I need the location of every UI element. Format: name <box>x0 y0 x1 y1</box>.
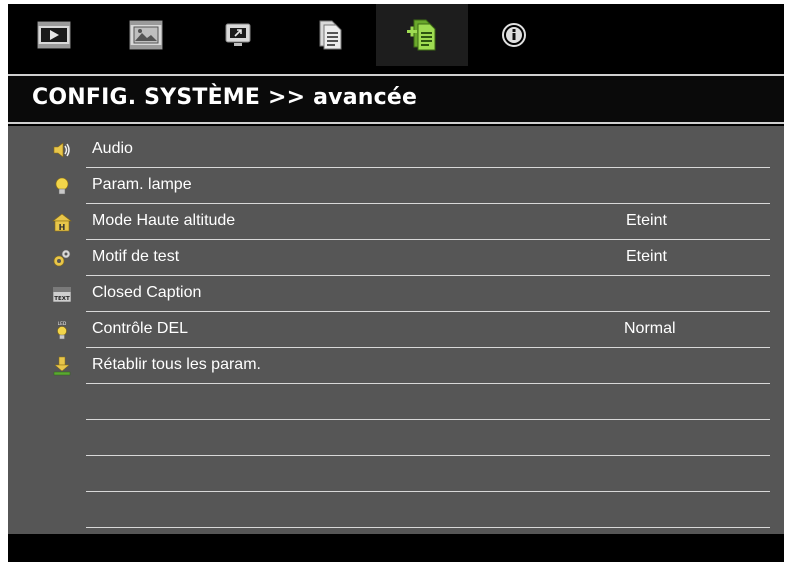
page-title: CONFIG. SYSTÈME >> avancée <box>32 85 418 110</box>
empty-row <box>8 456 784 492</box>
menu-item-lamp[interactable]: Param. lampe <box>8 168 784 204</box>
play-screen-icon <box>37 21 71 49</box>
tab-system[interactable] <box>284 4 376 66</box>
high-altitude-icon: H <box>52 213 72 232</box>
menu-item-reset-all[interactable]: Rétablir tous les param. <box>8 348 784 384</box>
empty-row <box>8 384 784 420</box>
svg-text:LED: LED <box>58 321 67 327</box>
menu-item-value[interactable]: Eteint <box>626 248 667 266</box>
menu-item-closed-caption[interactable]: TEXT Closed Caption <box>8 276 784 312</box>
menu-item-label: Param. lampe <box>92 176 192 193</box>
menu-item-high-altitude[interactable]: H Mode Haute altitude Eteint <box>8 204 784 240</box>
menu-item-led-control[interactable]: LED Contrôle DEL Normal <box>8 312 784 348</box>
menu-item-value[interactable]: Normal <box>624 320 676 338</box>
tab-image[interactable] <box>8 4 100 66</box>
menu-item-audio[interactable]: Audio <box>8 132 784 168</box>
menu-item-label: Motif de test <box>92 248 180 265</box>
speaker-icon <box>53 142 70 158</box>
picture-film-icon <box>129 20 163 50</box>
menu-item-value[interactable]: Eteint <box>626 212 667 230</box>
empty-row <box>8 492 784 528</box>
gears-icon <box>53 249 71 267</box>
document-settings-icon <box>319 20 342 50</box>
svg-text:TEXT: TEXT <box>54 296 70 302</box>
tab-advanced[interactable] <box>376 4 468 66</box>
tab-bar <box>8 4 784 66</box>
lamp-bulb-icon <box>55 177 69 195</box>
tab-display[interactable] <box>100 4 192 66</box>
info-icon <box>502 23 526 47</box>
title-bar: CONFIG. SYSTÈME >> avancée <box>8 74 784 124</box>
row-divider <box>86 527 770 528</box>
advanced-document-icon <box>407 19 436 51</box>
empty-row <box>8 420 784 456</box>
menu-list: Audio Param. lampe H Mode Haute altitude… <box>8 126 784 534</box>
menu-item-label: Closed Caption <box>92 284 202 301</box>
text-caption-icon: TEXT <box>52 286 72 303</box>
led-bulb-icon: LED <box>57 321 67 340</box>
menu-item-label: Contrôle DEL <box>92 320 189 337</box>
display-screen-icon <box>225 23 251 46</box>
tab-info[interactable] <box>468 4 560 66</box>
menu-item-label: Audio <box>92 140 133 157</box>
svg-text:H: H <box>59 223 66 232</box>
menu-item-test-pattern[interactable]: Motif de test Eteint <box>8 240 784 276</box>
footer-bar <box>8 534 784 562</box>
menu-item-label: Rétablir tous les param. <box>92 356 261 373</box>
menu-item-label: Mode Haute altitude <box>92 212 236 229</box>
reset-download-icon <box>53 356 71 376</box>
osd-menu: CONFIG. SYSTÈME >> avancée Audio Param. … <box>8 4 784 562</box>
tab-setup[interactable] <box>192 4 284 66</box>
